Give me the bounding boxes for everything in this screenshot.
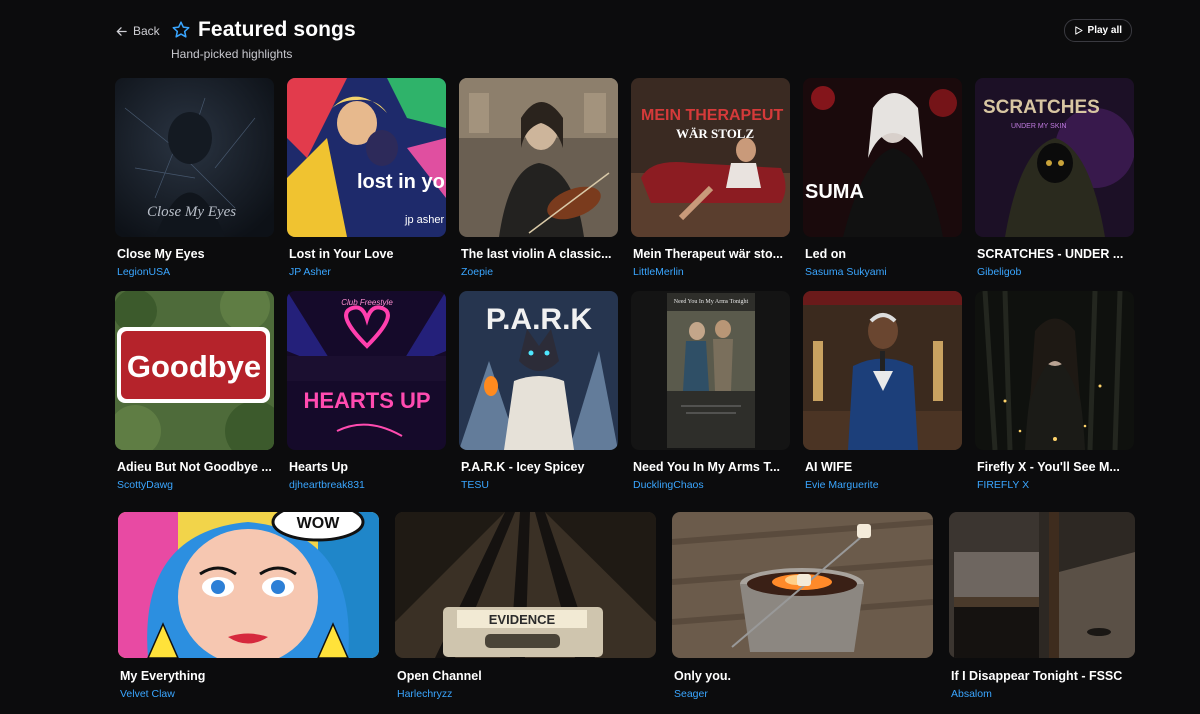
album-art[interactable]: Close My Eyes	[115, 78, 274, 237]
arrow-left-icon	[116, 26, 127, 36]
song-title[interactable]: Hearts Up	[287, 460, 446, 474]
song-card[interactable]: lost in your love jp asher Lost in Your …	[287, 78, 446, 278]
back-label: Back	[133, 24, 160, 38]
play-all-button[interactable]: Play all	[1063, 19, 1132, 42]
album-art[interactable]	[975, 291, 1134, 450]
song-title[interactable]: My Everything	[118, 669, 379, 683]
play-all-label: Play all	[1087, 25, 1122, 36]
song-title[interactable]: Open Channel	[395, 669, 656, 683]
song-title[interactable]: AI WIFE	[803, 460, 962, 474]
song-card[interactable]: Goodbye Adieu But Not Goodbye ... Scotty…	[115, 291, 274, 491]
art-subtext: UNDER MY SKIN	[1011, 123, 1067, 130]
song-title[interactable]: If I Disappear Tonight - FSSC	[949, 669, 1135, 683]
song-title[interactable]: Mein Therapeut wär sto...	[631, 247, 790, 261]
song-card[interactable]: SCRATCHES UNDER MY SKIN SCRATCHES - UNDE…	[975, 78, 1134, 278]
art-text: SUMA	[805, 181, 864, 203]
artist-link[interactable]: JP Asher	[287, 266, 446, 278]
page-header: Back Featured songs Hand-picked highligh…	[116, 14, 1132, 64]
artist-link[interactable]: Seager	[672, 688, 933, 700]
album-art[interactable]: SUMA	[803, 78, 962, 237]
album-art[interactable]: WOW	[118, 512, 379, 658]
artist-link[interactable]: TESU	[459, 479, 618, 491]
album-art[interactable]: Need You In My Arms Tonight	[631, 291, 790, 450]
song-grid-row-3: WOW My Everything Velvet Claw EVIDENCE O…	[118, 512, 1200, 700]
song-title[interactable]: Only you.	[672, 669, 933, 683]
song-title[interactable]: Adieu But Not Goodbye ...	[115, 460, 274, 474]
artist-link[interactable]: Harlechryzz	[395, 688, 656, 700]
album-art[interactable]: P.A.R.K	[459, 291, 618, 450]
album-art[interactable]	[803, 291, 962, 450]
song-card[interactable]: The last violin A classic... Zoepie	[459, 78, 618, 278]
title-row: Featured songs	[171, 18, 356, 42]
artist-link[interactable]: djheartbreak831	[287, 479, 446, 491]
artist-link[interactable]: Sasuma Sukyami	[803, 266, 962, 278]
song-card[interactable]: Need You In My Arms Tonight Need You In …	[631, 291, 790, 491]
artist-link[interactable]: FIREFLY X	[975, 479, 1134, 491]
artist-link[interactable]: Absalom	[949, 688, 1135, 700]
artist-link[interactable]: Zoepie	[459, 266, 618, 278]
song-card[interactable]: MEIN THERAPEUT WÄR STOLZ Mein Therapeut …	[631, 78, 790, 278]
art-subtext: WÄR STOLZ	[676, 126, 754, 141]
artist-link[interactable]: ScottyDawg	[115, 479, 274, 491]
album-art[interactable]: MEIN THERAPEUT WÄR STOLZ	[631, 78, 790, 237]
song-card[interactable]: If I Disappear Tonight - FSSC Absalom	[949, 512, 1135, 700]
song-title[interactable]: Close My Eyes	[115, 247, 274, 261]
album-art[interactable]: HEARTS UP Club Freestyle	[287, 291, 446, 450]
album-art[interactable]: Goodbye	[115, 291, 274, 450]
art-text: MEIN THERAPEUT	[641, 107, 783, 124]
song-title[interactable]: Firefly X - You'll See M...	[975, 460, 1134, 474]
song-grid-row-2: Goodbye Adieu But Not Goodbye ... Scotty…	[115, 291, 1134, 491]
art-text: HEARTS UP	[303, 388, 430, 413]
album-art[interactable]	[672, 512, 933, 658]
album-art[interactable]: EVIDENCE	[395, 512, 656, 658]
song-card[interactable]: Only you. Seager	[672, 512, 933, 700]
page-subtitle: Hand-picked highlights	[171, 47, 293, 61]
album-art[interactable]	[459, 78, 618, 237]
art-text: EVIDENCE	[489, 612, 556, 627]
artist-link[interactable]: DucklingChaos	[631, 479, 790, 491]
song-title[interactable]: P.A.R.K - Icey Spicey	[459, 460, 618, 474]
song-card[interactable]: SUMA Led on Sasuma Sukyami	[803, 78, 962, 278]
album-art[interactable]: SCRATCHES UNDER MY SKIN	[975, 78, 1134, 237]
song-card[interactable]: EVIDENCE Open Channel Harlechryzz	[395, 512, 656, 700]
art-text: lost in your love	[357, 171, 446, 193]
back-button[interactable]: Back	[116, 24, 160, 38]
song-title[interactable]: SCRATCHES - UNDER ...	[975, 247, 1134, 261]
artist-link[interactable]: Evie Marguerite	[803, 479, 962, 491]
song-card[interactable]: Close My Eyes Close My Eyes LegionUSA	[115, 78, 274, 278]
art-text: Goodbye	[127, 349, 261, 384]
art-subtext: Club Freestyle	[341, 298, 393, 307]
song-grid-row-1: Close My Eyes Close My Eyes LegionUSA lo…	[115, 78, 1134, 278]
artist-link[interactable]: LittleMerlin	[631, 266, 790, 278]
song-title[interactable]: Lost in Your Love	[287, 247, 446, 261]
artist-link[interactable]: Velvet Claw	[118, 688, 379, 700]
song-title[interactable]: The last violin A classic...	[459, 247, 618, 261]
art-text: Close My Eyes	[147, 204, 236, 220]
page-title: Featured songs	[198, 18, 356, 41]
album-art[interactable]	[949, 512, 1135, 658]
art-subtext: jp asher	[404, 214, 444, 226]
art-text: WOW	[297, 515, 341, 532]
art-text: P.A.R.K	[486, 303, 592, 336]
artist-link[interactable]: Gibeligob	[975, 266, 1134, 278]
art-text: Need You In My Arms Tonight	[674, 299, 749, 305]
artist-link[interactable]: LegionUSA	[115, 266, 274, 278]
album-art[interactable]: lost in your love jp asher	[287, 78, 446, 237]
song-title[interactable]: Led on	[803, 247, 962, 261]
song-card[interactable]: P.A.R.K P.A.R.K - Icey Spicey TESU	[459, 291, 618, 491]
art-text: SCRATCHES	[983, 97, 1100, 118]
song-card[interactable]: WOW My Everything Velvet Claw	[118, 512, 379, 700]
star-outline-icon	[171, 20, 191, 40]
song-card[interactable]: HEARTS UP Club Freestyle Hearts Up djhea…	[287, 291, 446, 491]
play-icon	[1074, 26, 1083, 35]
song-title[interactable]: Need You In My Arms T...	[631, 460, 790, 474]
song-card[interactable]: Firefly X - You'll See M... FIREFLY X	[975, 291, 1134, 491]
song-card[interactable]: AI WIFE Evie Marguerite	[803, 291, 962, 491]
